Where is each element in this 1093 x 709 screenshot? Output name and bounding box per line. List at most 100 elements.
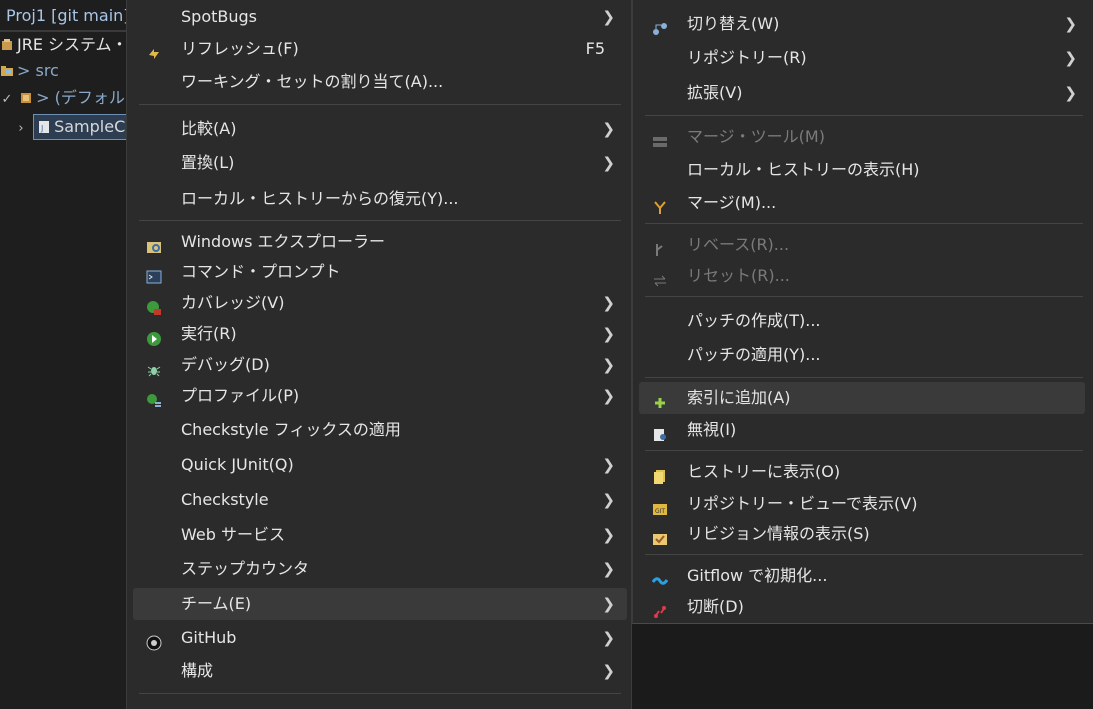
menu-item-step-counter[interactable]: ステップカウンタ ❯: [137, 553, 627, 585]
chevron-right-icon: ❯: [602, 595, 615, 613]
submenu-item-show-in-repo-view[interactable]: GIT リポジトリー・ビューで表示(V): [643, 488, 1089, 520]
menu-separator: [645, 296, 1083, 297]
submenu-item-local-history[interactable]: ローカル・ヒストリーの表示(H): [643, 154, 1089, 186]
menu-item-label: チーム(E): [181, 594, 252, 613]
menu-item-spotbugs[interactable]: SpotBugs ❯: [137, 1, 627, 33]
chevron-right-icon: ❯: [602, 491, 615, 509]
menu-item-label: パッチの作成(T)...: [687, 311, 821, 330]
submenu-item-merge[interactable]: マージ(M)...: [643, 187, 1089, 219]
tree-item-sample[interactable]: › J SampleC: [0, 114, 128, 140]
menu-item-label: ワーキング・セットの割り当て(A)...: [181, 72, 444, 91]
history-icon: [652, 464, 668, 484]
chevron-right-icon: ❯: [602, 387, 615, 405]
chevron-right-icon[interactable]: ›: [14, 116, 28, 142]
menu-item-label: 置換(L): [181, 153, 235, 172]
menu-item-label: コマンド・プロンプト: [181, 262, 341, 281]
menu-item-github[interactable]: GitHub ❯: [137, 622, 627, 654]
gitflow-icon: [651, 568, 669, 585]
menu-item-quick-junit[interactable]: Quick JUnit(Q) ❯: [137, 449, 627, 481]
submenu-item-disconnect[interactable]: 切断(D): [643, 591, 1089, 623]
submenu-item-repository[interactable]: リポジトリー(R) ❯: [643, 42, 1089, 74]
menu-item-windows-explorer[interactable]: Windows エクスプローラー: [137, 226, 627, 258]
plus-icon: [652, 390, 668, 408]
menu-item-command-prompt[interactable]: コマンド・プロンプト: [137, 256, 627, 288]
chevron-right-icon: ❯: [602, 120, 615, 138]
submenu-item-extend[interactable]: 拡張(V) ❯: [643, 77, 1089, 109]
submenu-item-create-patch[interactable]: パッチの作成(T)...: [643, 305, 1089, 337]
terminal-icon: [146, 264, 162, 284]
menu-item-label: 実行(R): [181, 324, 237, 343]
menu-item-profile[interactable]: プロファイル(P) ❯: [137, 380, 627, 412]
submenu-item-switch[interactable]: 切り替え(W) ❯: [643, 8, 1089, 40]
svg-text:J: J: [40, 124, 43, 133]
menu-item-label: マージ(M)...: [687, 193, 777, 212]
menu-item-label: Checkstyle: [181, 490, 269, 509]
menu-item-label: デバッグ(D): [181, 355, 270, 374]
menu-item-team[interactable]: チーム(E) ❯: [133, 588, 627, 620]
submenu-item-gitflow-init[interactable]: Gitflow で初期化...: [643, 560, 1089, 592]
chevron-right-icon: ❯: [602, 456, 615, 474]
library-icon: [0, 34, 14, 50]
menu-item-coverage[interactable]: カバレッジ(V) ❯: [137, 287, 627, 319]
package-explorer: Proj1 [git main] JRE システム・ライ > src ✓ > (…: [0, 0, 128, 709]
menu-item-label: カバレッジ(V): [181, 293, 285, 312]
menu-item-label: 構成: [181, 661, 214, 680]
chevron-down-icon[interactable]: ✓: [0, 87, 14, 113]
menu-separator: [139, 104, 621, 105]
merge-tool-icon: [652, 129, 668, 147]
menu-item-web-services[interactable]: Web サービス ❯: [137, 519, 627, 551]
menu-item-checkstyle-fix[interactable]: Checkstyle フィックスの適用: [137, 414, 627, 446]
submenu-item-show-revision[interactable]: リビジョン情報の表示(S): [643, 518, 1089, 550]
menu-item-label: Checkstyle フィックスの適用: [181, 420, 401, 439]
branch-switch-icon: [652, 16, 668, 35]
tree-item-jre[interactable]: JRE システム・ライ: [0, 32, 128, 58]
menu-item-label: リポジトリー(R): [687, 48, 807, 67]
menu-item-checkstyle[interactable]: Checkstyle ❯: [137, 484, 627, 516]
menu-separator: [645, 554, 1083, 555]
project-node[interactable]: Proj1 [git main]: [0, 0, 128, 32]
submenu-item-ignore[interactable]: 無視(I): [643, 414, 1089, 446]
menu-item-label: 索引に追加(A): [687, 388, 791, 407]
menu-item-configure[interactable]: 構成 ❯: [137, 655, 627, 687]
menu-item-refresh[interactable]: リフレッシュ(F) F5: [137, 33, 627, 65]
menu-item-label: ローカル・ヒストリーの表示(H): [687, 160, 920, 179]
menu-item-working-set[interactable]: ワーキング・セットの割り当て(A)...: [137, 66, 627, 98]
chevron-right-icon: ❯: [602, 154, 615, 172]
submenu-item-apply-patch[interactable]: パッチの適用(Y)...: [643, 339, 1089, 371]
chevron-right-icon: ❯: [602, 526, 615, 544]
menu-item-label: Quick JUnit(Q): [181, 455, 294, 474]
chevron-right-icon: ❯: [1064, 15, 1077, 33]
menu-item-label: 拡張(V): [687, 83, 743, 102]
submenu-item-reset[interactable]: リセット(R)...: [643, 260, 1089, 292]
submenu-item-show-in-history[interactable]: ヒストリーに表示(O): [643, 456, 1089, 488]
menu-item-label: リベース(R)...: [687, 235, 790, 254]
chevron-right-icon: ❯: [602, 560, 615, 578]
coverage-icon: [146, 295, 162, 315]
menu-item-restore-history[interactable]: ローカル・ヒストリーからの復元(Y)...: [137, 183, 627, 215]
menu-item-label: SpotBugs: [181, 7, 257, 26]
source-folder-icon: [0, 60, 14, 76]
selected-file[interactable]: J SampleC: [33, 114, 128, 140]
java-file-icon: J: [37, 117, 51, 133]
context-menu: SpotBugs ❯ リフレッシュ(F) F5 ワーキング・セットの割り当て(A…: [126, 0, 632, 709]
bug-icon: [146, 357, 162, 377]
submenu-item-add-to-index[interactable]: 索引に追加(A): [639, 382, 1085, 414]
menu-item-debug[interactable]: デバッグ(D) ❯: [137, 349, 627, 381]
menu-item-run[interactable]: 実行(R) ❯: [137, 318, 627, 350]
menu-separator: [645, 377, 1083, 378]
shortcut-label: F5: [585, 39, 605, 58]
svg-text:GIT: GIT: [655, 508, 665, 515]
menu-item-replace[interactable]: 置換(L) ❯: [137, 147, 627, 179]
menu-separator: [645, 223, 1083, 224]
menu-item-label: Gitflow で初期化...: [687, 566, 828, 585]
tree-item-src[interactable]: > src: [0, 58, 59, 84]
menu-item-label: パッチの適用(Y)...: [687, 345, 821, 364]
chevron-right-icon: ❯: [602, 294, 615, 312]
tree-item-default-package[interactable]: ✓ > (デフォルト: [0, 85, 128, 111]
menu-item-compare[interactable]: 比較(A) ❯: [137, 113, 627, 145]
menu-item-label: ステップカウンタ: [181, 559, 310, 578]
submenu-item-merge-tool[interactable]: マージ・ツール(M): [643, 121, 1089, 153]
menu-item-label: 切り替え(W): [687, 14, 780, 33]
menu-item-label: リフレッシュ(F): [181, 39, 299, 58]
submenu-item-rebase[interactable]: リベース(R)...: [643, 229, 1089, 261]
